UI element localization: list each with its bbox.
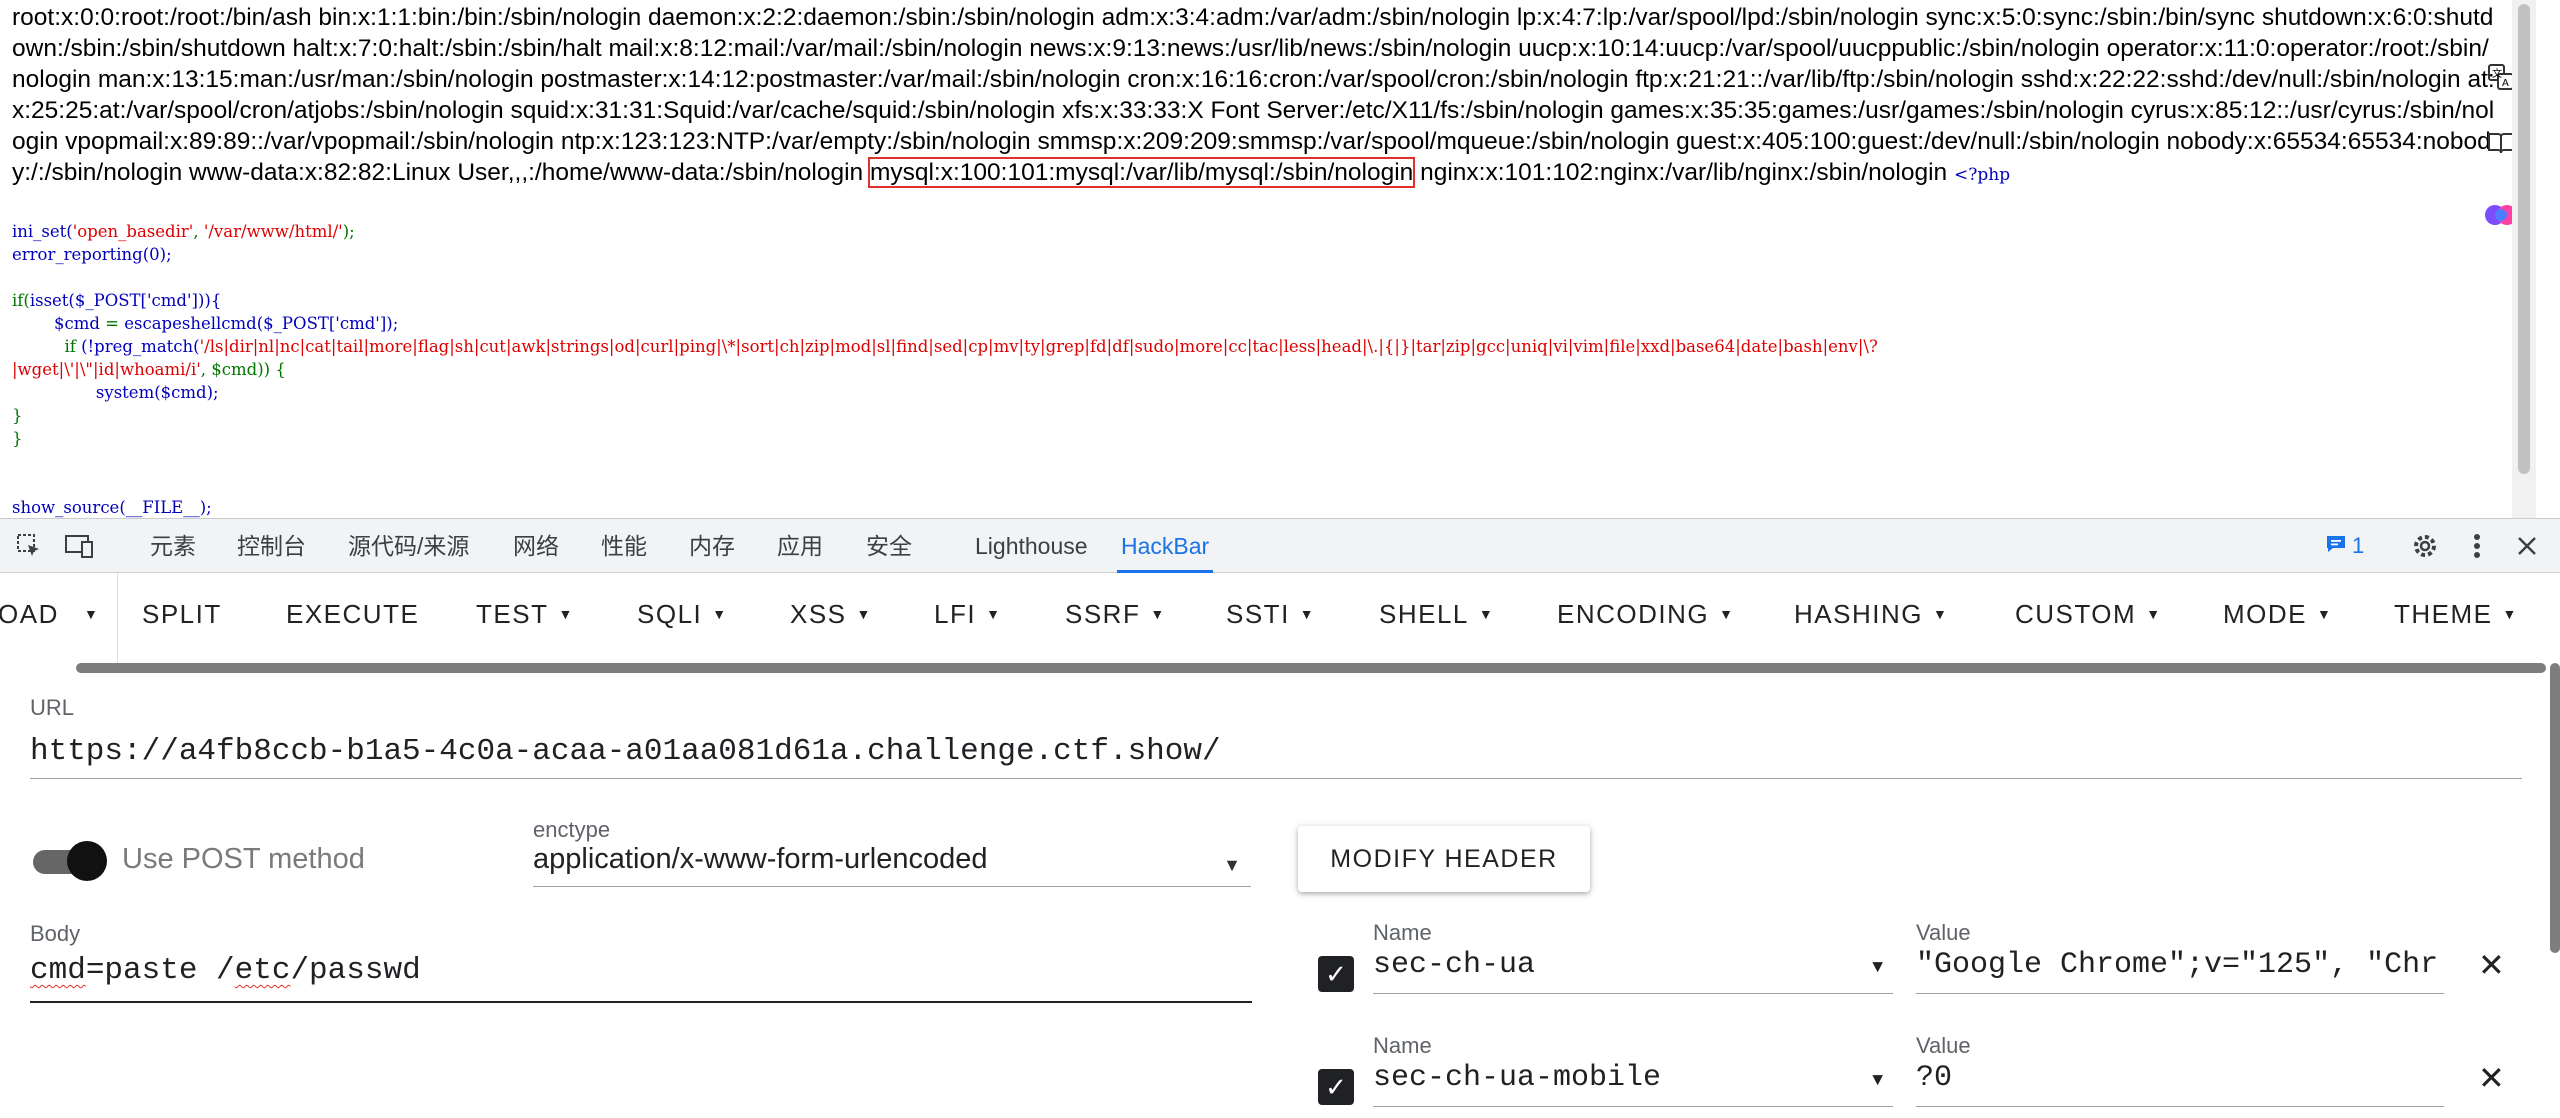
issues-count: 1	[2352, 533, 2365, 558]
test-menu[interactable]: TEST ▼	[476, 599, 574, 630]
tab-security[interactable]: 安全	[866, 519, 912, 573]
header-name-label: Name	[1373, 920, 1432, 945]
post-method-toggle[interactable]	[33, 841, 107, 881]
url-label: URL	[30, 695, 75, 720]
header-row: ✓ Name sec-ch-ua-mobile ▼ Value ?0 ✕	[1318, 1033, 2530, 1118]
svg-text:A: A	[2502, 78, 2509, 89]
devtools-tab-bar: 元素 控制台 源代码/来源 网络 性能 内存 应用 安全 Lighthouse …	[0, 518, 2560, 573]
passwd-highlight-mysql: mysql:x:100:101:mysql:/var/lib/mysql:/sb…	[867, 157, 1416, 188]
device-toolbar-icon[interactable]	[64, 531, 94, 561]
tab-sources[interactable]: 源代码/来源	[348, 519, 469, 573]
header-row: ✓ Name sec-ch-ua ▼ Value "Google Chrome";…	[1318, 920, 2530, 1010]
php-open-tag: <?php	[1954, 165, 2011, 185]
svg-text:文: 文	[2492, 67, 2502, 80]
tab-elements[interactable]: 元素	[150, 519, 196, 573]
tab-network[interactable]: 网络	[513, 519, 559, 573]
header-name-select[interactable]: sec-ch-ua-mobile ▼	[1373, 1061, 1893, 1107]
toolbar-horizontal-scrollbar[interactable]	[76, 663, 2546, 673]
enctype-label: enctype	[533, 817, 611, 842]
tab-lighthouse[interactable]: Lighthouse	[975, 519, 1088, 573]
more-options-icon[interactable]	[2462, 531, 2492, 561]
chevron-down-icon: ▼	[1872, 958, 1883, 978]
encoding-menu[interactable]: ENCODING ▼	[1557, 599, 1734, 630]
tab-memory[interactable]: 内存	[689, 519, 735, 573]
header-value-label: Value	[1916, 920, 1971, 945]
header-value-input[interactable]: "Google Chrome";v="125", "Chr	[1916, 948, 2444, 994]
tab-console[interactable]: 控制台	[237, 519, 306, 573]
hackbar-panel: OAD ▼ SPLIT EXECUTE TEST ▼ SQLI ▼ XSS ▼ LFI…	[0, 573, 2560, 1118]
header-value-input[interactable]: ?0	[1916, 1061, 2444, 1107]
toolbar-divider	[117, 573, 118, 663]
url-input[interactable]	[30, 724, 2522, 779]
sqli-menu[interactable]: SQLI ▼	[637, 599, 728, 630]
hackbar-vertical-scrollbar[interactable]	[2550, 663, 2560, 953]
shell-menu[interactable]: SHELL ▼	[1379, 599, 1494, 630]
split-button[interactable]: SPLIT	[142, 599, 222, 630]
theme-menu[interactable]: THEME ▼	[2394, 599, 2518, 630]
lfi-menu[interactable]: LFI ▼	[934, 599, 1001, 630]
modify-header-button[interactable]: MODIFY HEADER	[1298, 826, 1590, 892]
header-enabled-checkbox[interactable]: ✓	[1318, 1069, 1354, 1105]
hackbar-toolbar: OAD ▼ SPLIT EXECUTE TEST ▼ SQLI ▼ XSS ▼ LFI…	[0, 573, 2560, 663]
execute-button[interactable]: EXECUTE	[286, 599, 419, 630]
hashing-menu[interactable]: HASHING ▼	[1794, 599, 1948, 630]
passwd-text-after: nginx:x:101:102:nginx:/var/lib/nginx:/sb…	[1413, 159, 1954, 186]
header-name-label: Name	[1373, 1033, 1432, 1058]
inspect-element-icon[interactable]	[14, 531, 44, 561]
message-icon	[2326, 533, 2346, 559]
header-name-select[interactable]: sec-ch-ua ▼	[1373, 948, 1893, 994]
ssrf-menu[interactable]: SSRF ▼	[1065, 599, 1166, 630]
chevron-down-icon: ▼	[1872, 1071, 1883, 1091]
load-dropdown-icon[interactable]: ▼	[84, 599, 99, 630]
tab-hackbar[interactable]: HackBar	[1117, 519, 1214, 573]
enctype-value: application/x-www-form-urlencoded	[533, 843, 988, 875]
remove-header-icon[interactable]: ✕	[2478, 1059, 2505, 1097]
header-enabled-checkbox[interactable]: ✓	[1318, 956, 1354, 992]
enctype-select[interactable]: application/x-www-form-urlencoded ▼	[533, 843, 1251, 887]
settings-gear-icon[interactable]	[2410, 531, 2440, 561]
custom-menu[interactable]: CUSTOM ▼	[2015, 599, 2162, 630]
php-source-code: ini_set('open_basedir', '/var/www/html/'…	[12, 222, 1878, 517]
page-content: root:x:0:0:root:/root:/bin/ash bin:x:1:1…	[0, 0, 2536, 518]
tab-application[interactable]: 应用	[777, 519, 823, 573]
body-input[interactable]: cmd=paste /etc/passwd	[30, 953, 1252, 1003]
close-devtools-icon[interactable]	[2512, 531, 2542, 561]
ssti-menu[interactable]: SSTI ▼	[1226, 599, 1315, 630]
post-method-label: Use POST method	[122, 843, 365, 875]
page-scrollbar[interactable]	[2512, 0, 2536, 518]
mode-menu[interactable]: MODE ▼	[2223, 599, 2332, 630]
header-value-label: Value	[1916, 1033, 1971, 1058]
xss-menu[interactable]: XSS ▼	[790, 599, 872, 630]
remove-header-icon[interactable]: ✕	[2478, 946, 2505, 984]
issues-badge[interactable]: 1	[2326, 533, 2364, 559]
passwd-output: root:x:0:0:root:/root:/bin/ash bin:x:1:1…	[12, 2, 2502, 191]
load-button[interactable]: OAD	[0, 599, 59, 630]
chevron-down-icon: ▼	[1223, 855, 1241, 875]
body-label: Body	[30, 921, 81, 946]
tab-performance[interactable]: 性能	[601, 519, 647, 573]
